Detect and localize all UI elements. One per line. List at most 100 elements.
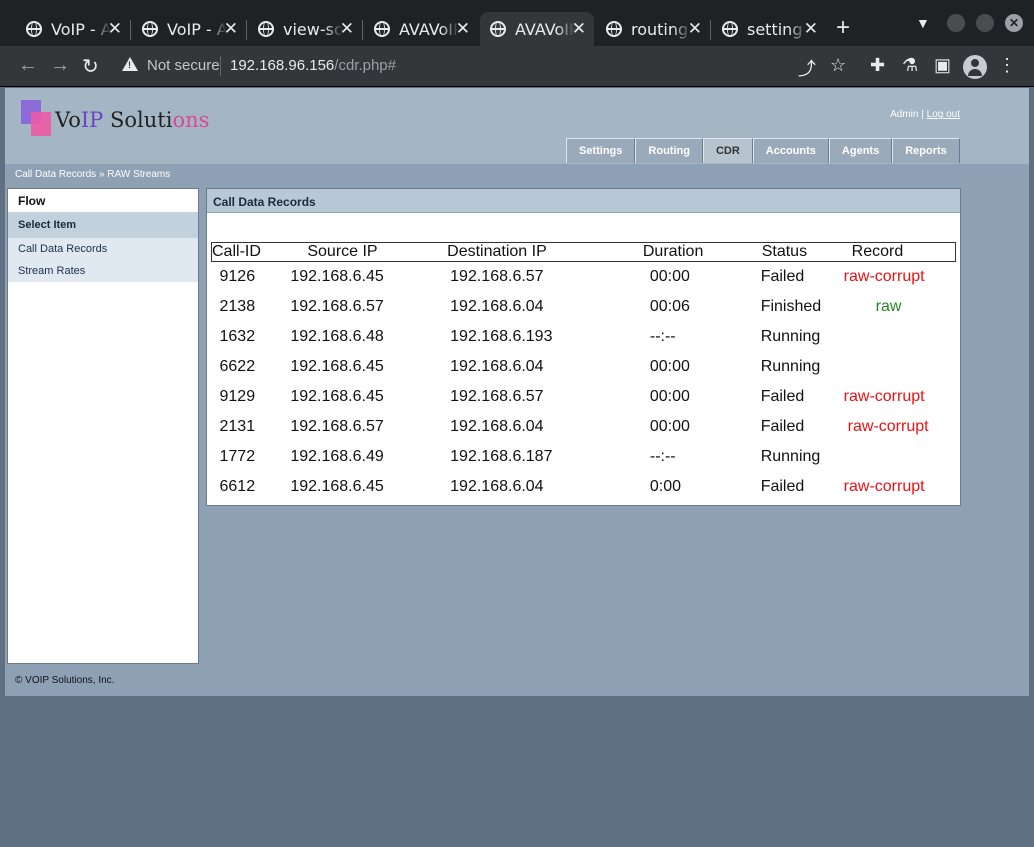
site-logo[interactable]: VoIP Solutions: [55, 108, 209, 132]
call-id-cell: 2131: [219, 417, 256, 435]
cdr-panel: Call Data Records Call-ID Source IP Dest…: [206, 188, 961, 506]
record-cell[interactable]: raw-corrupt: [830, 262, 956, 292]
flask-icon[interactable]: ⚗: [902, 55, 918, 76]
tab-separator: [246, 20, 247, 40]
browser-tab[interactable]: setting ✕: [712, 12, 826, 46]
browser-tab[interactable]: routing ✕: [596, 12, 710, 46]
browser-tab[interactable]: view-so ✕: [248, 12, 362, 46]
close-icon[interactable]: ✕: [804, 19, 818, 39]
url-separator: [220, 56, 221, 76]
column-header: Record: [829, 242, 956, 262]
record-cell: [830, 442, 956, 472]
menu-accounts[interactable]: Accounts: [752, 138, 829, 163]
browser-tab-bar: VoIP - A ✕ VoIP - A ✕ view-so ✕ AVAVoIP …: [0, 0, 1034, 46]
breadcrumb: Call Data Records » RAW Streams: [15, 169, 170, 180]
table-row: 2138 192.168.6.57 192.168.6.04 00:06 Finishe…: [212, 292, 956, 322]
duration-cell: 00:00: [649, 387, 690, 405]
main-menu: Settings Routing CDR Accounts Agents Rep…: [566, 138, 960, 163]
reload-icon[interactable]: ↻: [82, 54, 99, 79]
status-cell: Finished: [760, 297, 822, 315]
record-cell[interactable]: raw: [830, 292, 956, 322]
close-icon[interactable]: ✕: [340, 19, 354, 39]
table-header-row: Call-ID Source IP Destination IP Duratio…: [211, 242, 956, 262]
logout-link[interactable]: Log out: [927, 109, 960, 120]
tab-title: AVAVoIP: [515, 19, 575, 39]
menu-settings[interactable]: Settings: [566, 138, 636, 163]
site-header: VoIP Solutions Admin | Log out Settings …: [5, 88, 1029, 164]
duration-cell: 00:06: [649, 297, 690, 315]
source-ip-cell: 192.168.6.45: [290, 477, 384, 495]
call-id-cell: 9126: [219, 267, 256, 285]
sidebar-item-call-data-records[interactable]: Call Data Records: [8, 238, 198, 260]
column-header: Source IP: [289, 242, 428, 262]
extensions-puzzle-icon[interactable]: ✚: [870, 55, 885, 76]
breadcrumb-separator: »: [98, 169, 105, 180]
status-cell: Failed: [760, 417, 805, 435]
duration-cell: 00:00: [649, 357, 690, 375]
browser-tab[interactable]: AVAVoIP ✕: [364, 12, 478, 46]
column-header: Call-ID: [211, 242, 290, 262]
call-id-cell: 6612: [219, 477, 256, 495]
globe-icon: [374, 21, 390, 37]
warning-triangle-icon[interactable]: !: [122, 57, 138, 71]
column-header: Status: [737, 242, 830, 262]
close-icon[interactable]: ✕: [572, 19, 586, 39]
sidepanel-icon[interactable]: ▣: [934, 55, 951, 76]
status-cell: Running: [760, 447, 821, 465]
menu-agents[interactable]: Agents: [828, 138, 893, 163]
forward-arrow-icon[interactable]: →: [50, 54, 70, 77]
record-cell[interactable]: raw-corrupt: [830, 472, 956, 502]
breadcrumb-item[interactable]: Call Data Records: [15, 169, 96, 180]
table-row: 9129 192.168.6.45 192.168.6.57 00:00 Failed r…: [212, 382, 956, 412]
maximize-button[interactable]: [976, 14, 994, 32]
star-icon[interactable]: ☆: [830, 55, 846, 76]
window-close-button[interactable]: ✕: [1005, 14, 1023, 32]
browser-tab-active[interactable]: AVAVoIP ✕: [480, 12, 594, 46]
url-host: 192.168.96.156: [230, 57, 335, 74]
table-row: 6622 192.168.6.45 192.168.6.04 00:00 Running: [212, 352, 956, 382]
tab-title: setting: [747, 19, 803, 39]
security-status[interactable]: Not secure: [147, 57, 220, 74]
tab-separator: [710, 20, 711, 40]
record-cell[interactable]: raw-corrupt: [830, 412, 956, 442]
call-id-cell: 6622: [219, 357, 256, 375]
user-separator: |: [921, 109, 924, 120]
menu-routing[interactable]: Routing: [635, 138, 703, 163]
menu-reports[interactable]: Reports: [892, 138, 960, 163]
tab-separator: [130, 20, 131, 40]
globe-icon: [26, 21, 42, 37]
close-icon[interactable]: ✕: [224, 19, 238, 39]
duration-cell: 0:00: [649, 477, 681, 495]
tab-title: view-so: [283, 19, 343, 39]
column-header: Destination IP: [427, 242, 623, 262]
panel-title: Call Data Records: [207, 189, 960, 213]
share-icon[interactable]: ⤴: [798, 55, 816, 81]
profile-avatar-icon[interactable]: [963, 55, 987, 79]
menu-cdr[interactable]: CDR: [702, 138, 753, 163]
browser-toolbar: ← → ↻ ! Not secure 192.168.96.156/cdr.ph…: [0, 46, 1034, 87]
globe-icon: [490, 21, 506, 37]
back-arrow-icon[interactable]: ←: [18, 54, 38, 77]
call-id-cell: 1772: [219, 447, 256, 465]
record-cell[interactable]: raw-corrupt: [830, 382, 956, 412]
new-tab-plus-icon[interactable]: +: [836, 14, 850, 42]
close-icon[interactable]: ✕: [456, 19, 470, 39]
globe-icon: [142, 21, 158, 37]
source-ip-cell: 192.168.6.45: [290, 387, 384, 405]
status-cell: Failed: [760, 267, 805, 285]
browser-tab[interactable]: VoIP - A ✕: [16, 12, 130, 46]
record-cell: [830, 322, 956, 352]
tab-title: VoIP - A: [167, 19, 227, 39]
close-icon[interactable]: ✕: [688, 19, 702, 39]
close-icon[interactable]: ✕: [108, 19, 122, 39]
minimize-button[interactable]: [947, 14, 965, 32]
address-bar[interactable]: 192.168.96.156/cdr.php#: [230, 57, 396, 74]
footer-copyright: © VOIP Solutions, Inc.: [15, 675, 115, 686]
sidebar-item-stream-rates[interactable]: Stream Rates: [8, 260, 198, 282]
globe-icon: [722, 21, 738, 37]
status-cell: Failed: [760, 477, 805, 495]
chevron-down-icon[interactable]: ▼: [916, 15, 930, 31]
browser-tab[interactable]: VoIP - A ✕: [132, 12, 246, 46]
kebab-menu-icon[interactable]: ⋮: [998, 55, 1016, 76]
logo-part: ons: [172, 108, 210, 132]
